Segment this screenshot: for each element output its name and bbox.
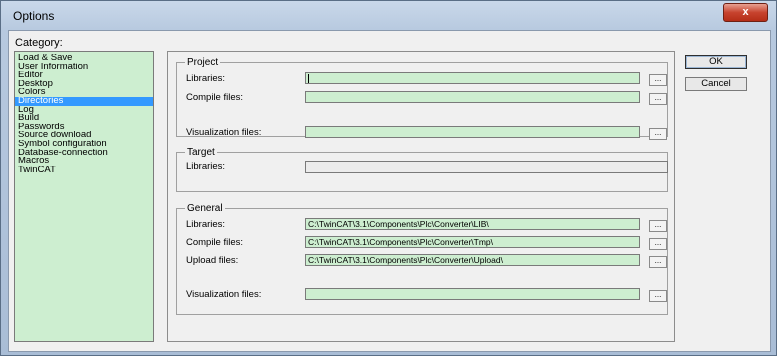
general-compile-browse-button[interactable]: ... [649, 238, 667, 250]
target-libraries-field[interactable] [305, 161, 668, 173]
category-item[interactable]: Macros [15, 157, 153, 166]
category-label: Category: [15, 37, 63, 49]
dialog-client-area: Category: Load & Save User Information Edi… [8, 30, 771, 352]
options-dialog: Options x Category: Load & Save User Info… [0, 0, 777, 356]
project-visualization-field[interactable] [305, 126, 640, 138]
close-button[interactable]: x [723, 3, 768, 22]
project-compile-browse-button[interactable]: ... [649, 93, 667, 105]
category-item[interactable]: Colors [15, 88, 153, 97]
project-visualization-browse-button[interactable]: ... [649, 128, 667, 140]
category-item[interactable]: TwinCAT [15, 166, 153, 175]
project-compile-label: Compile files: [186, 92, 244, 103]
category-item[interactable]: Editor [15, 71, 153, 80]
project-visualization-label: Visualization files: [186, 127, 262, 138]
general-upload-field[interactable]: C:\TwinCAT\3.1\Components\Plc\Converter\… [305, 254, 640, 266]
text-cursor [308, 74, 309, 83]
category-item[interactable]: Load & Save [15, 54, 153, 63]
target-group: Target Libraries: [176, 147, 668, 192]
category-item[interactable]: Symbol configuration [15, 140, 153, 149]
project-libraries-browse-button[interactable]: ... [649, 74, 667, 86]
general-visualization-label: Visualization files: [186, 289, 262, 300]
category-item[interactable]: Database-connection [15, 149, 153, 158]
general-compile-label: Compile files: [186, 237, 244, 248]
window-title: Options [13, 9, 55, 23]
title-bar[interactable]: Options x [1, 1, 776, 31]
project-group-title: Project [185, 57, 221, 68]
category-item[interactable]: Directories [15, 96, 153, 106]
category-item[interactable]: Build [15, 114, 153, 123]
cancel-button[interactable]: Cancel [685, 77, 747, 91]
general-visualization-field[interactable] [305, 288, 640, 300]
general-libraries-label: Libraries: [186, 219, 226, 230]
general-upload-label: Upload files: [186, 255, 239, 266]
general-libraries-browse-button[interactable]: ... [649, 220, 667, 232]
general-visualization-browse-button[interactable]: ... [649, 290, 667, 302]
target-libraries-label: Libraries: [186, 161, 226, 172]
general-group-title: General [185, 203, 225, 214]
category-item[interactable]: Source download [15, 131, 153, 140]
project-libraries-label: Libraries: [186, 73, 226, 84]
project-compile-field[interactable] [305, 91, 640, 103]
general-upload-browse-button[interactable]: ... [649, 256, 667, 268]
category-list[interactable]: Load & Save User Information Editor Desktop… [14, 51, 154, 342]
general-libraries-field[interactable]: C:\TwinCAT\3.1\Components\Plc\Converter\… [305, 218, 640, 230]
close-icon: x [742, 6, 749, 18]
category-item[interactable]: Log [15, 106, 153, 115]
directories-panel: Project Libraries: ... Compile files: ..… [167, 51, 675, 342]
general-group: General Libraries: C:\TwinCAT\3.1\Compon… [176, 203, 668, 315]
target-group-title: Target [185, 147, 217, 158]
project-libraries-field[interactable] [305, 72, 640, 84]
category-item[interactable]: Desktop [15, 80, 153, 89]
general-compile-field[interactable]: C:\TwinCAT\3.1\Components\Plc\Converter\… [305, 236, 640, 248]
project-group: Project Libraries: ... Compile files: ..… [176, 57, 668, 140]
category-item[interactable]: Passwords [15, 123, 153, 132]
category-item[interactable]: User Information [15, 63, 153, 72]
ok-button[interactable]: OK [685, 55, 747, 69]
